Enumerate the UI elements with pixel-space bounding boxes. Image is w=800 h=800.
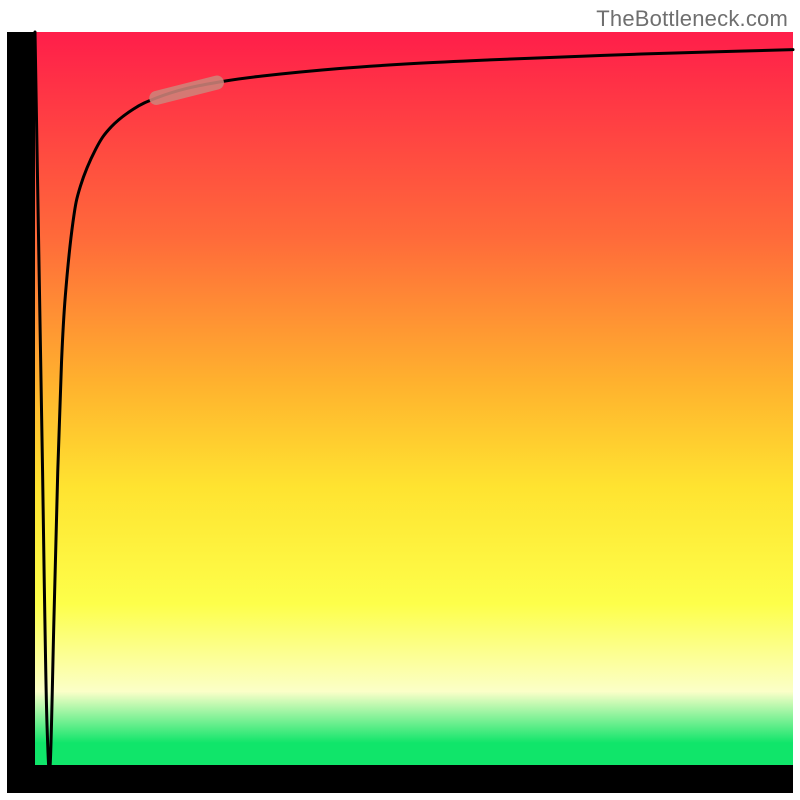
attribution-label: TheBottleneck.com bbox=[596, 6, 788, 32]
plot-region bbox=[7, 32, 793, 793]
y-axis bbox=[7, 32, 35, 793]
x-axis bbox=[7, 765, 793, 793]
gradient-background bbox=[35, 32, 793, 765]
chart-area bbox=[0, 0, 800, 800]
chart-svg bbox=[0, 0, 800, 800]
